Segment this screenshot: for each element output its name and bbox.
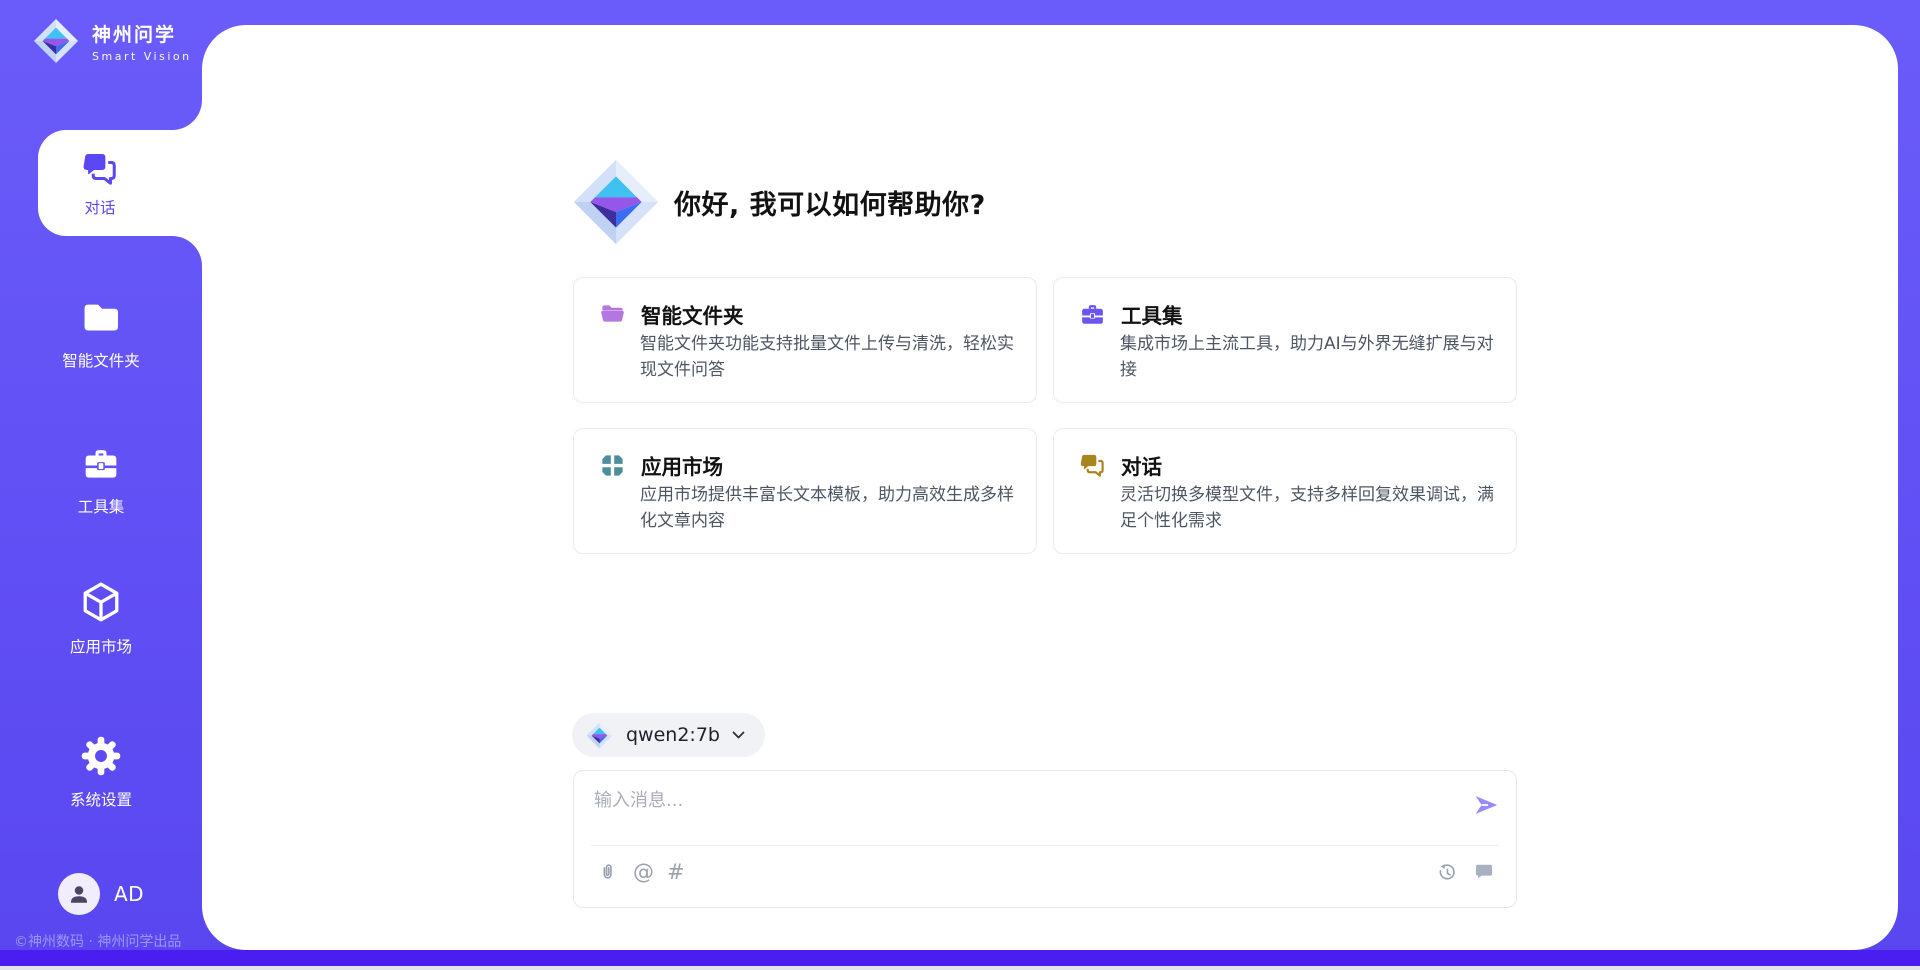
message-composer: @ # <box>573 770 1517 908</box>
card-description: 集成市场上主流工具，助力AI与外界无缝扩展与对接 <box>1120 331 1498 383</box>
app-market-icon <box>79 580 123 624</box>
tab-fillet-top <box>172 100 202 130</box>
brand-name-en: Smart Vision <box>92 50 192 63</box>
feedback-button[interactable] <box>1472 860 1496 884</box>
brand-diamond-icon <box>33 18 79 64</box>
model-diamond-icon <box>586 722 613 749</box>
brand-name-zh: 神州问学 <box>92 25 192 45</box>
greeting-title: 你好, 我可以如何帮助你? <box>674 183 986 222</box>
card-smart-folder[interactable]: 智能文件夹 智能文件夹功能支持批量文件上传与清洗，轻松实现文件问答 <box>573 277 1037 403</box>
message-input[interactable] <box>594 783 1444 817</box>
avatar <box>58 873 100 915</box>
user-initials: AD <box>114 882 144 906</box>
card-title: 应用市场 <box>641 450 723 480</box>
sidebar-item-settings[interactable]: 系统设置 <box>0 735 202 810</box>
mention-button[interactable]: @ <box>633 861 654 883</box>
sidebar-item-app-market-label: 应用市场 <box>0 635 202 657</box>
sidebar-item-toolbox-label: 工具集 <box>0 495 202 517</box>
history-button[interactable] <box>1434 860 1458 884</box>
sidebar-item-smart-folder-label: 智能文件夹 <box>0 349 202 371</box>
chat-solid-icon <box>1473 861 1495 883</box>
send-icon[interactable] <box>1472 791 1500 819</box>
history-icon <box>1435 861 1458 884</box>
person-icon <box>66 881 92 907</box>
folder-icon <box>80 296 122 338</box>
card-description: 灵活切换多模型文件，支持多样回复效果调试，满足个性化需求 <box>1120 482 1498 534</box>
greeting-diamond-icon <box>572 158 660 246</box>
user-profile[interactable]: AD <box>58 873 144 915</box>
sidebar-item-smart-folder[interactable]: 智能文件夹 <box>0 296 202 371</box>
card-title: 智能文件夹 <box>641 299 744 329</box>
card-toolbox[interactable]: 工具集 集成市场上主流工具，助力AI与外界无缝扩展与对接 <box>1053 277 1517 403</box>
copyright-footer: ©神州数码 · 神州问学出品 <box>14 931 181 951</box>
window-bottom-edge <box>0 966 1920 970</box>
card-title: 工具集 <box>1121 299 1183 329</box>
chat-icon <box>81 150 119 188</box>
main-content: 你好, 我可以如何帮助你? 智能文件夹 智能文件夹功能支持批量文件上传与清洗，轻… <box>202 25 1898 950</box>
brand-logo: 神州问学 Smart Vision <box>33 18 192 64</box>
tab-fillet-bottom <box>172 236 202 266</box>
chevron-down-icon <box>732 731 745 739</box>
topic-button[interactable]: # <box>667 861 685 883</box>
card-app-market[interactable]: 应用市场 应用市场提供丰富长文本模板，助力高效生成多样化文章内容 <box>573 428 1037 554</box>
toolbox-icon <box>81 444 121 484</box>
sidebar-item-settings-label: 系统设置 <box>0 788 202 810</box>
bottom-accent-bar <box>0 950 1920 966</box>
greeting-block: 你好, 我可以如何帮助你? <box>572 158 986 246</box>
toolbox-icon <box>1079 301 1106 328</box>
paperclip-icon <box>597 861 619 883</box>
folder-open-icon <box>599 301 626 328</box>
app-grid-icon <box>599 452 626 479</box>
model-selector[interactable]: qwen2:7b <box>572 713 765 757</box>
sidebar-item-toolbox[interactable]: 工具集 <box>0 444 202 517</box>
card-chat[interactable]: 对话 灵活切换多模型文件，支持多样回复效果调试，满足个性化需求 <box>1053 428 1517 554</box>
sidebar-item-chat[interactable]: 对话 <box>38 130 202 236</box>
settings-gear-icon <box>80 735 122 777</box>
sidebar: 神州问学 Smart Vision 对话 智能文件夹 工具集 <box>0 0 202 970</box>
chat-icon <box>1079 452 1106 479</box>
card-title: 对话 <box>1121 450 1162 480</box>
card-description: 应用市场提供丰富长文本模板，助力高效生成多样化文章内容 <box>640 482 1018 534</box>
attach-file-button[interactable] <box>596 860 620 884</box>
composer-divider <box>591 845 1499 846</box>
sidebar-item-app-market[interactable]: 应用市场 <box>0 580 202 657</box>
sidebar-item-chat-label: 对话 <box>38 196 162 218</box>
card-description: 智能文件夹功能支持批量文件上传与清洗，轻松实现文件问答 <box>640 331 1018 383</box>
model-name: qwen2:7b <box>626 724 720 746</box>
